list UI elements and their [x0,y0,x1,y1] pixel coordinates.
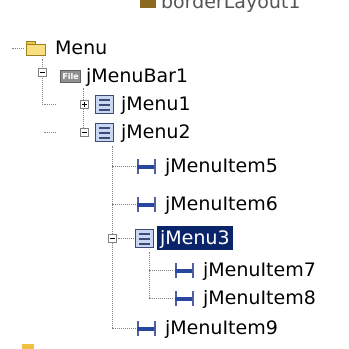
collapse-toggle-jmenubar1[interactable] [38,68,47,77]
tree-item-jmenuitem8[interactable]: jMenuItem8 [175,284,319,312]
tree-item-menu[interactable]: Menu [26,34,110,62]
tree-item-jmenubar1[interactable]: File jMenuBar1 [60,62,191,90]
tree-connector [12,48,24,49]
menu-item-icon [137,319,156,338]
tree-item-label: Menu [55,37,108,59]
tree-item-label: jMenuItem9 [165,317,278,339]
menu-item-icon [137,157,156,176]
menubar-icon: File [60,69,81,83]
tree-item-jmenuitem7[interactable]: jMenuItem7 [175,256,319,284]
tree-item-jmenu3[interactable]: jMenu3 [135,224,233,252]
layout-icon [140,0,156,8]
folder-icon [26,40,46,56]
tree-item-label: jMenu2 [121,121,191,143]
collapse-toggle-jmenu3[interactable] [108,234,117,243]
menu-item-icon [175,261,194,280]
tree-item-label: borderLayout1 [161,0,301,13]
tree-connector [149,298,173,299]
tree-item-label: jMenuItem8 [203,287,316,309]
folder-icon [22,344,34,349]
tree-item-jmenu1[interactable]: jMenu1 [95,90,194,118]
tree-connector [149,270,173,271]
tree-connector [42,59,43,105]
tree-item-jmenu2[interactable]: jMenu2 [95,118,194,146]
tree-item-label: jMenuItem5 [165,155,278,177]
menu-item-icon [137,195,156,214]
tree-connector [44,104,56,105]
tree-item-label: jMenuItem7 [203,259,316,281]
menu-icon [135,228,154,248]
tree-item-jmenuitem5[interactable]: jMenuItem5 [137,152,281,180]
tree-connector [112,328,136,329]
tree-item-label: jMenu1 [121,93,191,115]
tree-item-label: jMenuBar1 [86,65,189,87]
tree-connector [149,252,150,298]
tree-item-jmenuitem9[interactable]: jMenuItem9 [137,314,281,342]
tree-item-label-selected: jMenu3 [157,226,233,250]
collapse-toggle-jmenu2[interactable] [80,128,89,137]
tree-item-borderlayout[interactable]: borderLayout1 [140,0,303,16]
menu-item-icon [175,289,194,308]
tree-connector [44,132,56,133]
tree-item-jmenuitem6[interactable]: jMenuItem6 [137,190,281,218]
expand-toggle-jmenu1[interactable] [80,100,89,109]
menu-icon [95,94,114,114]
menu-icon [95,122,114,142]
tree-item-label: jMenuItem6 [165,193,278,215]
tree-connector [118,238,134,239]
tree-connector [112,204,136,205]
tree-connector [83,88,84,132]
tree-connector [112,166,136,167]
